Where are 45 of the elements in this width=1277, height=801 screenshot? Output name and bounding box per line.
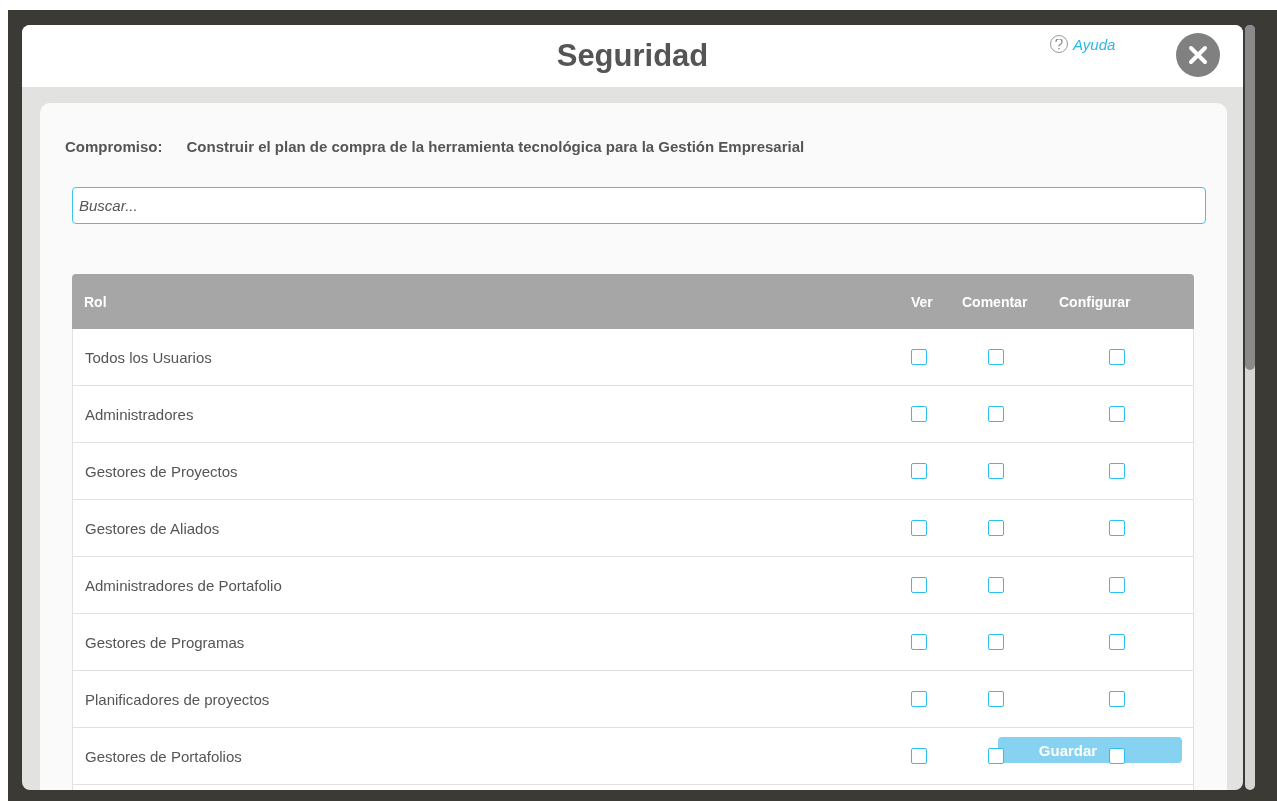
- checkbox[interactable]: [1109, 463, 1125, 479]
- checkbox[interactable]: [988, 634, 1004, 650]
- role-cell-text: Administradores: [84, 405, 195, 423]
- column-header: Configurar: [1058, 293, 1132, 310]
- checkbox[interactable]: [988, 577, 1004, 593]
- checkbox[interactable]: [1109, 349, 1125, 365]
- search-field[interactable]: Buscar...: [72, 187, 1206, 224]
- checkbox[interactable]: [911, 406, 927, 422]
- checkbox[interactable]: [911, 748, 927, 764]
- checkbox[interactable]: [988, 691, 1004, 707]
- role-cell-text: Planificadores de proyectos: [84, 690, 271, 708]
- checkbox[interactable]: [911, 691, 927, 707]
- checkbox[interactable]: [988, 349, 1004, 365]
- checkbox[interactable]: [1109, 748, 1125, 764]
- role-cell-text: Gestores de Proyectos: [84, 462, 239, 480]
- role-cell-text: Gestores de Programas: [84, 633, 246, 651]
- checkbox[interactable]: [988, 748, 1004, 764]
- close-icon: [1188, 45, 1208, 65]
- role-cell-text: Todos los Usuarios: [84, 348, 213, 366]
- checkbox[interactable]: [1109, 577, 1125, 593]
- scrollbar[interactable]: [1245, 25, 1255, 790]
- role-cell-text: Administradores de Portafolio: [84, 576, 283, 594]
- role-cell-text: Gestores de Portafolios: [84, 747, 243, 765]
- close-button[interactable]: [1176, 33, 1220, 77]
- checkbox[interactable]: [988, 463, 1004, 479]
- checkbox[interactable]: [988, 520, 1004, 536]
- checkbox[interactable]: [1109, 520, 1125, 536]
- help-label[interactable]: Ayuda: [1073, 35, 1116, 53]
- checkbox[interactable]: [1109, 634, 1125, 650]
- help-link[interactable]: Ayuda: [1050, 35, 1116, 53]
- column-header: Comentar: [961, 293, 1029, 310]
- checkbox[interactable]: [1109, 691, 1125, 707]
- column-header: Rol: [83, 293, 108, 310]
- role-cell-text: Gestores de Aliados: [84, 519, 221, 537]
- column-header: Ver: [910, 293, 934, 310]
- dialog-title: Seguridad: [556, 38, 709, 74]
- checkbox[interactable]: [911, 463, 927, 479]
- commitment-label: Compromiso:: [65, 138, 163, 155]
- checkbox[interactable]: [911, 634, 927, 650]
- checkbox[interactable]: [988, 406, 1004, 422]
- commitment-value: Construir el plan de compra de la herramienta tecnológica para la Gestión Empresarial: [186, 138, 805, 155]
- checkbox[interactable]: [1109, 406, 1125, 422]
- checkbox[interactable]: [911, 520, 927, 536]
- checkbox[interactable]: [911, 577, 927, 593]
- checkbox[interactable]: [911, 349, 927, 365]
